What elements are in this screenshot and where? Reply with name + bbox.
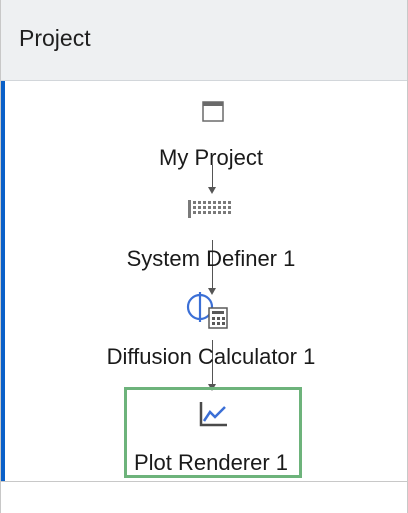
node-label: System Definer 1 (126, 246, 296, 271)
grid-icon (188, 200, 231, 218)
panel-header: Project (1, 0, 407, 81)
node-label: Diffusion Calculator 1 (106, 344, 316, 369)
line-chart-icon (199, 402, 227, 427)
panel-title: Project (19, 25, 91, 51)
phi-calculator-icon (186, 292, 228, 329)
project-panel: Project My Project System Definer 1 Diff… (0, 0, 408, 513)
window-icon (202, 101, 224, 122)
panel-left-accent (1, 81, 5, 481)
node-label: My Project (159, 145, 263, 170)
node-label: Plot Renderer 1 (133, 450, 289, 475)
panel-bottom-border (1, 481, 408, 482)
connector-1-arrow (208, 187, 216, 194)
